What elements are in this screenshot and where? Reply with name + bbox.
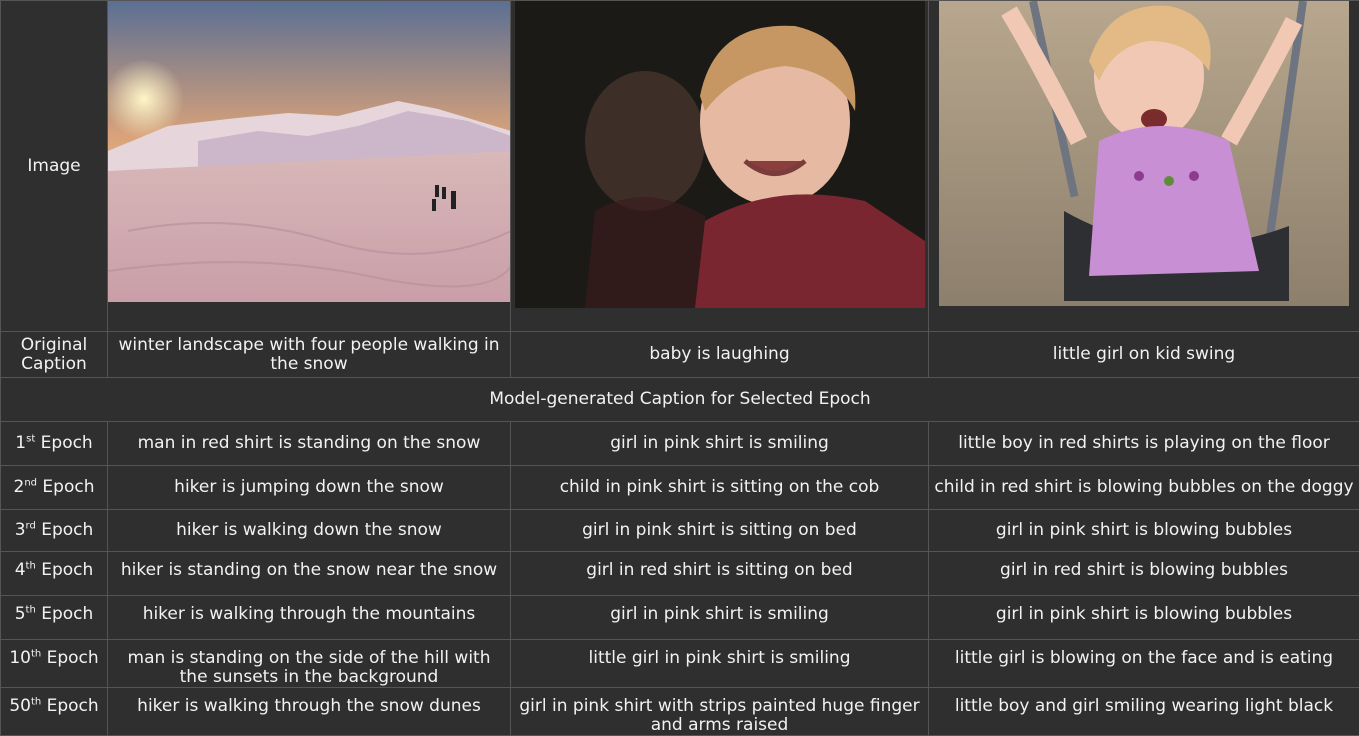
epoch-caption-2: little girl in pink shirt is smiling [511, 640, 929, 688]
epoch-word: Epoch [47, 696, 99, 716]
epoch-row: 2nd Epoch hiker is jumping down the snow… [1, 466, 1359, 510]
epoch-caption-1: man is standing on the side of the hill … [108, 640, 511, 688]
epoch-label: 2nd Epoch [1, 466, 108, 510]
epoch-row: 4th Epoch hiker is standing on the snow … [1, 552, 1359, 596]
epoch-number: 5 [15, 604, 26, 624]
epoch-number: 10 [9, 648, 31, 668]
snow-landscape-photo [108, 1, 511, 302]
laughing-baby-photo [515, 1, 925, 308]
original-caption-3: little girl on kid swing [929, 332, 1359, 378]
epoch-caption-1: hiker is walking through the snow dunes [108, 688, 511, 736]
image-cell-1 [108, 1, 511, 332]
image-row: Image [1, 1, 1359, 332]
epoch-number: 50 [9, 696, 31, 716]
epoch-word: Epoch [41, 560, 93, 580]
epoch-caption-3: little boy in red shirts is playing on t… [929, 422, 1359, 466]
epoch-row: 50th Epoch hiker is walking through the … [1, 688, 1359, 736]
epoch-caption-3: little girl is blowing on the face and i… [929, 640, 1359, 688]
epoch-suffix: th [26, 604, 36, 615]
epoch-caption-2: girl in pink shirt is smiling [511, 596, 929, 640]
epoch-suffix: nd [24, 477, 37, 488]
caption-comparison-table: Image [0, 0, 1359, 736]
epoch-caption-3: little boy and girl smiling wearing ligh… [929, 688, 1359, 736]
epoch-label: 50th Epoch [1, 688, 108, 736]
image-cell-3 [929, 1, 1359, 332]
image-row-label: Image [1, 1, 108, 332]
epoch-row: 1st Epoch man in red shirt is standing o… [1, 422, 1359, 466]
epoch-row: 10th Epoch man is standing on the side o… [1, 640, 1359, 688]
epoch-caption-3: girl in pink shirt is blowing bubbles [929, 596, 1359, 640]
epoch-label: 3rd Epoch [1, 510, 108, 552]
epoch-row: 3rd Epoch hiker is walking down the snow… [1, 510, 1359, 552]
original-caption-label: Original Caption [1, 332, 108, 378]
original-caption-2: baby is laughing [511, 332, 929, 378]
original-caption-1: winter landscape with four people walkin… [108, 332, 511, 378]
epoch-caption-2: child in pink shirt is sitting on the co… [511, 466, 929, 510]
epoch-caption-1: hiker is standing on the snow near the s… [108, 552, 511, 596]
epoch-caption-3: child in red shirt is blowing bubbles on… [929, 466, 1359, 510]
epoch-label: 4th Epoch [1, 552, 108, 596]
epoch-caption-3: girl in pink shirt is blowing bubbles [929, 510, 1359, 552]
original-caption-row: Original Caption winter landscape with f… [1, 332, 1359, 378]
epoch-caption-1: man in red shirt is standing on the snow [108, 422, 511, 466]
epoch-suffix: th [26, 560, 36, 571]
epoch-word: Epoch [47, 648, 99, 668]
epoch-label: 1st Epoch [1, 422, 108, 466]
epoch-word: Epoch [42, 477, 94, 497]
epoch-caption-2: girl in pink shirt is smiling [511, 422, 929, 466]
section-header: Model-generated Caption for Selected Epo… [1, 378, 1359, 422]
epoch-number: 3 [15, 520, 26, 540]
epoch-caption-2: girl in pink shirt with strips painted h… [511, 688, 929, 736]
girl-on-swing-photo [939, 1, 1349, 306]
epoch-number: 1 [15, 433, 26, 453]
epoch-number: 4 [15, 560, 26, 580]
epoch-caption-1: hiker is walking down the snow [108, 510, 511, 552]
epoch-row: 5th Epoch hiker is walking through the m… [1, 596, 1359, 640]
epoch-caption-2: girl in red shirt is sitting on bed [511, 552, 929, 596]
epoch-suffix: th [31, 648, 41, 659]
epoch-caption-3: girl in red shirt is blowing bubbles [929, 552, 1359, 596]
epoch-word: Epoch [41, 433, 93, 453]
epoch-caption-1: hiker is jumping down the snow [108, 466, 511, 510]
epoch-caption-2: girl in pink shirt is sitting on bed [511, 510, 929, 552]
epoch-label: 5th Epoch [1, 596, 108, 640]
image-cell-2 [511, 1, 929, 332]
epoch-suffix: th [31, 696, 41, 707]
epoch-word: Epoch [41, 520, 93, 540]
epoch-caption-1: hiker is walking through the mountains [108, 596, 511, 640]
epoch-label: 10th Epoch [1, 640, 108, 688]
epoch-suffix: rd [26, 520, 36, 531]
epoch-suffix: st [26, 433, 35, 444]
epoch-number: 2 [14, 477, 25, 497]
section-header-row: Model-generated Caption for Selected Epo… [1, 378, 1359, 422]
epoch-word: Epoch [41, 604, 93, 624]
